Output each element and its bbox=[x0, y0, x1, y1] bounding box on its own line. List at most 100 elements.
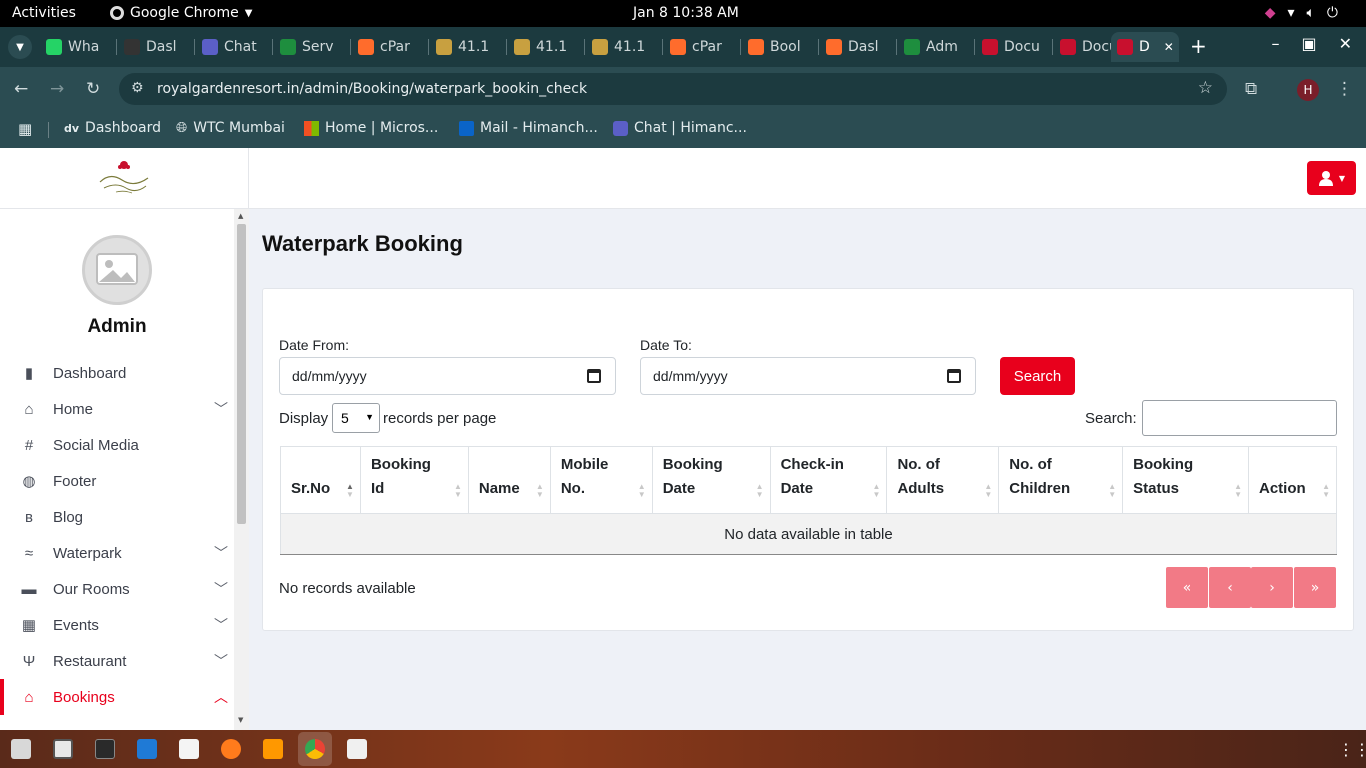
sublime-app-icon[interactable] bbox=[263, 739, 283, 759]
column-header[interactable]: Check-in Date ▲ ▼ bbox=[769, 446, 888, 514]
vscode-app-icon[interactable] bbox=[137, 739, 157, 759]
reload-icon[interactable]: ↻ bbox=[86, 79, 100, 99]
browser-tab[interactable]: 41.1 bbox=[586, 32, 650, 62]
column-header-text: No. bbox=[560, 480, 585, 497]
browser-tab[interactable]: Adm bbox=[898, 32, 962, 62]
user-menu-button[interactable]: ▼ bbox=[1307, 161, 1356, 195]
browser-tab[interactable]: Chat bbox=[196, 32, 260, 62]
column-header[interactable]: Booking Id ▲ ▼ bbox=[359, 446, 469, 514]
scrollbar-thumb[interactable] bbox=[237, 224, 246, 524]
search-button[interactable]: Search bbox=[1000, 357, 1075, 395]
sidebar-item-home[interactable]: ⌂ Home ﹀ bbox=[0, 391, 234, 427]
browser-tab[interactable]: Bool bbox=[742, 32, 806, 62]
notes-app-icon[interactable] bbox=[347, 739, 367, 759]
system-tray[interactable]: ◆ ▾ 🔈︎ ⏻ bbox=[1265, 5, 1338, 21]
sidebar-item-social-media[interactable]: # Social Media bbox=[0, 427, 234, 463]
browser-tab[interactable]: cPar bbox=[664, 32, 728, 62]
menu-kebab-icon[interactable]: ⋮ bbox=[1336, 79, 1353, 99]
web-page: ▼ Admin ▮ Dashboard ⌂ Home ﹀ # Social Media ◍ Fo… bbox=[0, 148, 1366, 730]
column-header[interactable]: Sr.No ▲ ▼ bbox=[280, 446, 361, 514]
tab-label: 41.1 bbox=[536, 39, 568, 55]
browser-tab[interactable]: Wha bbox=[40, 32, 104, 62]
bookmark-chat[interactable]: Chat | Himanc... bbox=[613, 120, 747, 136]
chevron-down-icon: ﹀ bbox=[214, 617, 228, 633]
sort-icon: ▲ ▼ bbox=[535, 482, 544, 499]
text-editor-app-icon[interactable] bbox=[179, 739, 199, 759]
column-header[interactable]: No. of Children ▲ ▼ bbox=[998, 446, 1124, 514]
pagination-prev-button[interactable]: ‹ bbox=[1209, 567, 1251, 608]
bookmark-microsoft[interactable]: Home | Micros... bbox=[304, 120, 438, 136]
date-to-input[interactable]: dd/mm/yyyy bbox=[640, 357, 976, 395]
tab-search-button[interactable]: ▼ bbox=[8, 35, 32, 59]
column-header[interactable]: Booking Date ▲ ▼ bbox=[651, 446, 771, 514]
site-info-icon[interactable]: ⚙ bbox=[131, 80, 144, 96]
browser-tab[interactable]: Docu bbox=[976, 32, 1040, 62]
sidebar-scrollbar[interactable]: ▲ ▼ bbox=[234, 209, 249, 730]
files-app-icon[interactable] bbox=[53, 739, 73, 759]
browser-tab[interactable]: D ✕ bbox=[1111, 32, 1179, 62]
back-icon[interactable]: ← bbox=[14, 79, 28, 99]
browser-tab[interactable]: 41.1 bbox=[430, 32, 494, 62]
chrome-app-icon[interactable] bbox=[305, 739, 325, 759]
browser-tab[interactable]: Docu bbox=[1054, 32, 1118, 62]
clock[interactable]: Jan 8 10:38 AM bbox=[633, 5, 739, 21]
tab-label: D bbox=[1139, 39, 1150, 55]
resort-logo[interactable] bbox=[96, 160, 152, 196]
sidebar-item-bookings[interactable]: ⌂ Bookings ︿ bbox=[0, 679, 234, 715]
browser-tab[interactable]: Serv bbox=[274, 32, 338, 62]
sidebar-item-our-rooms[interactable]: ▬ Our Rooms ﹀ bbox=[0, 571, 234, 607]
extensions-icon[interactable]: ⧉ bbox=[1245, 79, 1257, 99]
close-icon[interactable]: ✕ bbox=[1339, 34, 1352, 53]
app-menu[interactable]: Google Chrome ▼ bbox=[110, 5, 252, 21]
dv-icon: dv bbox=[64, 121, 80, 135]
forward-icon[interactable]: → bbox=[50, 79, 64, 99]
show-apps-icon[interactable]: ⋮⋮ bbox=[1338, 740, 1366, 759]
sidebar-item-dashboard[interactable]: ▮ Dashboard bbox=[0, 355, 234, 391]
pagination-first-button[interactable]: « bbox=[1166, 567, 1208, 608]
sidebar-item-blog[interactable]: ʙ Blog bbox=[0, 499, 234, 535]
sidebar-item-restaurant[interactable]: Ψ Restaurant ﹀ bbox=[0, 643, 234, 679]
apps-grid-icon[interactable]: ▦ bbox=[18, 120, 32, 138]
pagination-next-button[interactable]: › bbox=[1251, 567, 1293, 608]
sidebar-item-waterpark[interactable]: ≈ Waterpark ﹀ bbox=[0, 535, 234, 571]
column-header-text: No. of bbox=[897, 456, 940, 473]
firefox-app-icon[interactable] bbox=[221, 739, 241, 759]
sidebar-item-footer[interactable]: ◍ Footer bbox=[0, 463, 234, 499]
browser-tab[interactable]: Dasl bbox=[118, 32, 182, 62]
bookmark-dashboard[interactable]: dv Dashboard bbox=[64, 120, 161, 136]
table-row: No data available in table bbox=[280, 513, 1337, 555]
tab-close-icon[interactable]: ✕ bbox=[1164, 40, 1174, 54]
date-from-input[interactable]: dd/mm/yyyy bbox=[279, 357, 616, 395]
records-per-page-select[interactable]: 5 ▼ bbox=[332, 403, 380, 433]
disk-app-icon[interactable] bbox=[11, 739, 31, 759]
bookmark-wtc[interactable]: 🌐︎ WTC Mumbai bbox=[176, 120, 285, 136]
new-tab-button[interactable]: + bbox=[1190, 34, 1207, 58]
bookmark-star-icon[interactable]: ☆ bbox=[1198, 78, 1213, 98]
browser-tab[interactable]: Dasl bbox=[820, 32, 884, 62]
swimming-icon: ≈ bbox=[24, 544, 34, 562]
sidebar-item-label: Our Rooms bbox=[53, 580, 130, 598]
bookmark-mail[interactable]: Mail - Himanch... bbox=[459, 120, 598, 136]
minimize-icon[interactable]: – bbox=[1271, 34, 1279, 53]
scroll-down-icon[interactable]: ▼ bbox=[238, 716, 243, 724]
calendar-icon: ▦ bbox=[21, 617, 37, 634]
sidebar-item-events[interactable]: ▦ Events ﹀ bbox=[0, 607, 234, 643]
column-header[interactable]: No. of Adults ▲ ▼ bbox=[886, 446, 1000, 514]
column-header[interactable]: Name ▲ ▼ bbox=[467, 446, 551, 514]
pagination-last-button[interactable]: » bbox=[1294, 567, 1336, 608]
table-search-input[interactable] bbox=[1142, 400, 1337, 436]
app-indicator-icon: ◆ bbox=[1264, 5, 1276, 21]
column-header[interactable]: Booking Status ▲ ▼ bbox=[1122, 446, 1249, 514]
column-header[interactable]: Mobile No. ▲ ▼ bbox=[549, 446, 653, 514]
column-header[interactable]: Action ▲ ▼ bbox=[1247, 446, 1338, 514]
browser-tab[interactable]: cPar bbox=[352, 32, 416, 62]
address-bar[interactable]: ⚙ royalgardenresort.in/admin/Booking/wat… bbox=[119, 73, 1227, 105]
profile-avatar[interactable]: H bbox=[1297, 79, 1319, 101]
maximize-icon[interactable]: ▣ bbox=[1301, 34, 1316, 53]
scroll-up-icon[interactable]: ▲ bbox=[238, 212, 243, 220]
calendar-icon[interactable] bbox=[947, 369, 961, 383]
activities-button[interactable]: Activities bbox=[12, 5, 76, 21]
terminal-app-icon[interactable] bbox=[95, 739, 115, 759]
calendar-icon[interactable] bbox=[587, 369, 601, 383]
browser-tab[interactable]: 41.1 bbox=[508, 32, 572, 62]
